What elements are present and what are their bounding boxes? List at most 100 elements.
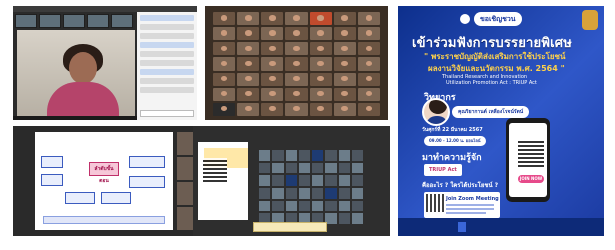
participant-tile[interactable] (285, 12, 308, 26)
participant-tile[interactable] (338, 200, 350, 212)
participant-tile[interactable] (325, 200, 337, 212)
join-now-button[interactable]: JOIN NOW (518, 175, 544, 183)
participant-tile[interactable] (237, 87, 260, 101)
participant-tile[interactable] (338, 162, 350, 174)
participant-tile[interactable] (259, 200, 271, 212)
participant-tile[interactable] (259, 162, 271, 174)
participant-tile[interactable] (357, 87, 380, 101)
chat-input[interactable] (140, 110, 194, 117)
chat-message (140, 33, 194, 39)
participant-tile[interactable] (261, 27, 284, 41)
participant-tile[interactable] (357, 57, 380, 71)
participant-tile[interactable] (259, 175, 271, 186)
participant-tile[interactable] (285, 102, 308, 116)
participant-tile[interactable] (309, 42, 332, 56)
participant-tile[interactable] (351, 200, 363, 212)
participant-tile[interactable] (309, 57, 332, 71)
participant-tile[interactable] (325, 150, 337, 161)
participant-tile[interactable] (213, 87, 236, 101)
participant-tile[interactable] (309, 27, 332, 41)
participant-tile[interactable] (333, 72, 356, 86)
participant-tile[interactable] (272, 188, 284, 199)
participant-tile[interactable] (272, 200, 284, 212)
participant-tile[interactable] (357, 42, 380, 56)
participant-tile[interactable] (272, 175, 284, 186)
participant-tile[interactable] (237, 12, 260, 26)
participant-tile[interactable] (312, 200, 324, 212)
participant-thumbnail[interactable] (87, 14, 109, 28)
participant-tile[interactable] (298, 162, 310, 174)
participant-tile[interactable] (237, 57, 260, 71)
participant-tile[interactable] (309, 72, 332, 86)
participant-tile[interactable] (298, 150, 310, 161)
participant-tile[interactable] (312, 188, 324, 199)
participant-tile[interactable] (325, 175, 337, 186)
participant-tile[interactable] (333, 57, 356, 71)
participant-tile[interactable] (325, 162, 337, 174)
participant-tile[interactable] (285, 200, 297, 212)
participant-tile[interactable] (351, 162, 363, 174)
participant-tile[interactable] (285, 162, 297, 174)
participant-tile[interactable] (272, 150, 284, 161)
participant-tile[interactable] (213, 72, 236, 86)
participant-tile[interactable] (357, 102, 380, 116)
participant-tile[interactable] (285, 42, 308, 56)
notification-banner[interactable] (253, 222, 327, 232)
participant-tile[interactable] (338, 150, 350, 161)
participant-tile[interactable] (261, 57, 284, 71)
participant-tile[interactable] (237, 27, 260, 41)
participant-thumbnail[interactable] (15, 14, 37, 28)
participant-tile[interactable] (213, 42, 236, 56)
participant-thumbnail[interactable] (111, 14, 133, 28)
participant-tile[interactable] (333, 27, 356, 41)
participant-tile[interactable] (338, 175, 350, 186)
participant-tile[interactable] (213, 27, 236, 41)
participant-tile[interactable] (312, 175, 324, 186)
participant-tile[interactable] (333, 87, 356, 101)
participant-tile[interactable] (261, 12, 284, 26)
participant-tile[interactable] (237, 72, 260, 86)
participant-tile[interactable] (261, 72, 284, 86)
participant-tile[interactable] (333, 12, 356, 26)
participant-tile[interactable] (325, 188, 337, 199)
participant-tile[interactable] (272, 162, 284, 174)
participant-tile[interactable] (357, 12, 380, 26)
participant-tile[interactable] (285, 150, 297, 161)
participant-tile[interactable] (309, 102, 332, 116)
participant-tile[interactable] (213, 102, 236, 116)
participant-tile[interactable] (338, 188, 350, 199)
participant-tile[interactable] (309, 12, 332, 26)
participant-tile[interactable] (285, 175, 297, 186)
participant-tile[interactable] (213, 12, 236, 26)
participant-tile[interactable] (298, 188, 310, 199)
participant-tile[interactable] (285, 87, 308, 101)
participant-tile[interactable] (285, 72, 308, 86)
participant-tile[interactable] (285, 27, 308, 41)
participant-tile[interactable] (261, 42, 284, 56)
participant-tile[interactable] (237, 42, 260, 56)
participant-tile[interactable] (298, 175, 310, 186)
participant-tile[interactable] (312, 150, 324, 161)
participant-tile[interactable] (357, 72, 380, 86)
participant-tile[interactable] (351, 188, 363, 199)
participant-tile[interactable] (312, 162, 324, 174)
participant-tile[interactable] (237, 102, 260, 116)
participant-tile[interactable] (259, 150, 271, 161)
participant-tile[interactable] (261, 102, 284, 116)
participant-tile[interactable] (309, 87, 332, 101)
participant-tile[interactable] (261, 87, 284, 101)
participant-tile[interactable] (298, 200, 310, 212)
participant-tile[interactable] (351, 213, 363, 224)
participant-tile[interactable] (259, 188, 271, 199)
participant-tile[interactable] (285, 57, 308, 71)
participant-thumbnail[interactable] (63, 14, 85, 28)
participant-tile[interactable] (338, 213, 350, 224)
participant-tile[interactable] (351, 175, 363, 186)
participant-tile[interactable] (333, 102, 356, 116)
participant-thumbnail[interactable] (39, 14, 61, 28)
participant-tile[interactable] (333, 42, 356, 56)
participant-tile[interactable] (285, 188, 297, 199)
participant-tile[interactable] (351, 150, 363, 161)
participant-tile[interactable] (357, 27, 380, 41)
participant-tile[interactable] (213, 57, 236, 71)
